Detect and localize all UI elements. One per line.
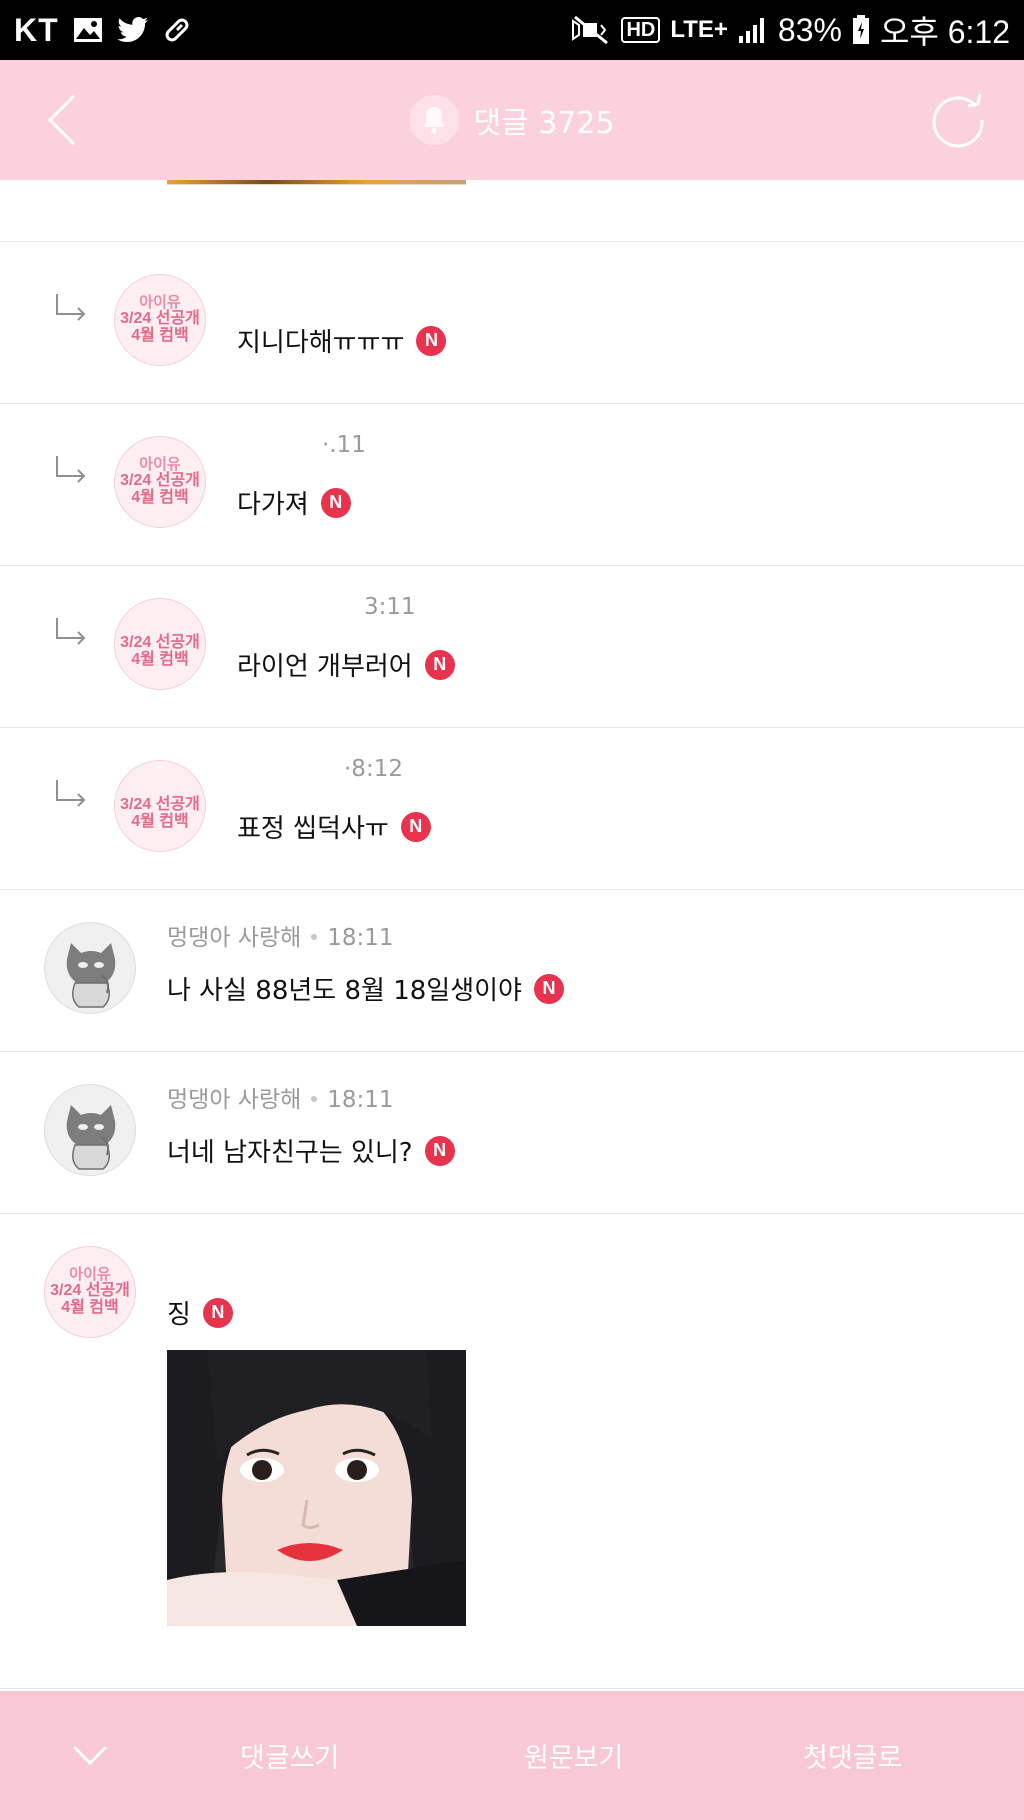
hd-icon: HD bbox=[621, 17, 661, 43]
mute-icon bbox=[571, 15, 611, 45]
comment-text: 너네 남자친구는 있니? bbox=[167, 1138, 413, 1168]
battery-percent: 83% bbox=[777, 11, 842, 48]
scroll-down-button[interactable] bbox=[70, 1735, 110, 1775]
page-title: 댓글 3725 bbox=[473, 106, 615, 141]
comment[interactable]: 멍댕아 사랑해 18:11 너네 남자친구는 있니? N bbox=[0, 1052, 1024, 1214]
attached-photo[interactable] bbox=[167, 1350, 466, 1626]
chevron-down-icon bbox=[72, 1745, 108, 1766]
new-badge: N bbox=[416, 325, 447, 356]
reply-arrow-icon bbox=[56, 456, 86, 483]
app-header: 댓글 3725 bbox=[0, 60, 1024, 180]
comment-text-row: 징 N bbox=[167, 1294, 233, 1331]
list-item bbox=[0, 180, 1024, 242]
new-badge: N bbox=[320, 487, 351, 518]
avatar-text-line1: 아이유 bbox=[139, 456, 181, 474]
avatar[interactable]: 아이유 3/24 선공개 4월 컴백 bbox=[44, 1246, 136, 1338]
new-badge: N bbox=[424, 1135, 455, 1166]
avatar-text-line2: 3/24 선공개 bbox=[120, 472, 200, 490]
attached-image-edge-shadow bbox=[167, 184, 466, 185]
comment-list[interactable]: 아이유 3/24 선공개 4월 컴백 지니다해ㅠㅠㅠ N 아이유 3/24 선공… bbox=[0, 180, 1024, 1689]
avatar-text-line1: 아이유 bbox=[69, 1266, 111, 1284]
avatar-text-line2: 3/24 선공개 bbox=[50, 1282, 130, 1300]
reply-comment[interactable]: 아이유 3/24 선공개 4월 컴백 ·.11 다가져 N bbox=[0, 404, 1024, 566]
refresh-button[interactable] bbox=[926, 88, 990, 152]
comment-text: 징 bbox=[167, 1300, 191, 1330]
avatar[interactable]: 아이유 3/24 선공개 4월 컴백 bbox=[114, 598, 206, 690]
new-badge: N bbox=[533, 973, 564, 1004]
avatar-text-line3: 4월 컴백 bbox=[61, 1298, 119, 1316]
reply-comment[interactable]: 아이유 3/24 선공개 4월 컴백 3:11 라이언 개부러어 N bbox=[0, 566, 1024, 728]
reply-arrow-icon bbox=[56, 294, 86, 321]
twitter-icon bbox=[117, 17, 149, 43]
comment-author[interactable]: 멍댕아 사랑해 bbox=[167, 1087, 301, 1113]
comment[interactable]: 멍댕아 사랑해 18:11 나 사실 88년도 8월 18일생이야 N bbox=[0, 890, 1024, 1052]
view-original-button[interactable]: 원문보기 bbox=[524, 1691, 623, 1820]
avatar-text-line3: 4월 컴백 bbox=[131, 488, 189, 506]
reply-comment[interactable]: 아이유 3/24 선공개 4월 컴백 지니다해ㅠㅠㅠ N bbox=[0, 242, 1024, 404]
avatar-text-line3: 4월 컴백 bbox=[131, 326, 189, 344]
status-bar: KT HD LTE+ 83% 오후 6:12 bbox=[0, 0, 1024, 60]
avatar[interactable]: 아이유 3/24 선공개 4월 컴백 bbox=[114, 760, 206, 852]
comment-meta: ·8:12 bbox=[344, 756, 403, 782]
hd-label: HD bbox=[626, 18, 656, 41]
portrait-image bbox=[167, 1350, 466, 1626]
chevron-left-icon bbox=[47, 94, 76, 146]
cat-avatar-icon bbox=[66, 1105, 116, 1170]
reply-arrow-icon bbox=[56, 780, 86, 807]
comment-text-row: 너네 남자친구는 있니? N bbox=[167, 1132, 455, 1169]
bottom-action-bar: 댓글쓰기 원문보기 첫댓글로 bbox=[0, 1691, 1024, 1820]
refresh-icon bbox=[932, 93, 984, 148]
avatar-text-line1: 아이유 bbox=[139, 294, 181, 312]
comment-text-row: 라이언 개부러어 N bbox=[237, 646, 455, 683]
comment-text: 다가져 bbox=[237, 490, 309, 520]
write-comment-button[interactable]: 댓글쓰기 bbox=[240, 1691, 339, 1820]
comment-author[interactable]: 멍댕아 사랑해 bbox=[167, 925, 301, 951]
separator-dot bbox=[311, 1096, 318, 1102]
comment-text: 표정 씹덕사ㅠ bbox=[237, 814, 389, 844]
pill-icon bbox=[163, 16, 191, 44]
gallery-icon bbox=[73, 17, 103, 43]
first-comment-button[interactable]: 첫댓글로 bbox=[803, 1691, 902, 1820]
bell-icon[interactable] bbox=[409, 95, 460, 145]
battery-icon bbox=[852, 15, 870, 45]
comment-time: 18:11 bbox=[327, 1087, 394, 1113]
comment-meta: 멍댕아 사랑해 18:11 bbox=[167, 918, 394, 952]
avatar[interactable] bbox=[44, 922, 136, 1014]
new-badge: N bbox=[400, 811, 431, 842]
comment-text-row: 다가져 N bbox=[237, 484, 351, 521]
new-badge: N bbox=[424, 649, 455, 680]
signal-icon bbox=[738, 16, 768, 44]
avatar-text-line2: 3/24 선공개 bbox=[120, 634, 200, 652]
clock: 오후 6:12 bbox=[879, 14, 1010, 50]
carrier-label: KT bbox=[14, 11, 59, 48]
comment-meta: ·.11 bbox=[322, 432, 366, 458]
comment-meta: 멍댕아 사랑해 18:11 bbox=[167, 1080, 394, 1114]
avatar[interactable] bbox=[44, 1084, 136, 1176]
comment-text-row: 지니다해ㅠㅠㅠ N bbox=[237, 322, 447, 359]
comment-time: 18:11 bbox=[327, 925, 394, 951]
comment-text-row: 나 사실 88년도 8월 18일생이야 N bbox=[167, 970, 564, 1007]
comment-text: 나 사실 88년도 8월 18일생이야 bbox=[167, 976, 522, 1006]
new-badge: N bbox=[202, 1297, 233, 1328]
cat-avatar-icon bbox=[66, 943, 116, 1008]
network-type: LTE+ bbox=[670, 16, 728, 43]
comment-with-photo[interactable]: 아이유 3/24 선공개 4월 컴백 징 N bbox=[0, 1214, 1024, 1689]
separator-dot bbox=[311, 934, 318, 940]
back-button[interactable] bbox=[36, 90, 96, 150]
comment-text: 라이언 개부러어 bbox=[237, 652, 413, 682]
header-title-group: 댓글 3725 bbox=[0, 60, 1024, 180]
avatar[interactable]: 아이유 3/24 선공개 4월 컴백 bbox=[114, 436, 206, 528]
comment-meta: 3:11 bbox=[364, 594, 416, 620]
reply-arrow-icon bbox=[56, 618, 86, 645]
comment-text: 지니다해ㅠㅠㅠ bbox=[237, 328, 405, 358]
avatar-text-line2: 3/24 선공개 bbox=[120, 796, 200, 814]
reply-comment[interactable]: 아이유 3/24 선공개 4월 컴백 ·8:12 표정 씹덕사ㅠ N bbox=[0, 728, 1024, 890]
avatar-text-line2: 3/24 선공개 bbox=[120, 310, 200, 328]
avatar[interactable]: 아이유 3/24 선공개 4월 컴백 bbox=[114, 274, 206, 366]
avatar-text-line3: 4월 컴백 bbox=[131, 650, 189, 668]
avatar-text-line3: 4월 컴백 bbox=[131, 812, 189, 830]
comment-text-row: 표정 씹덕사ㅠ N bbox=[237, 808, 431, 845]
